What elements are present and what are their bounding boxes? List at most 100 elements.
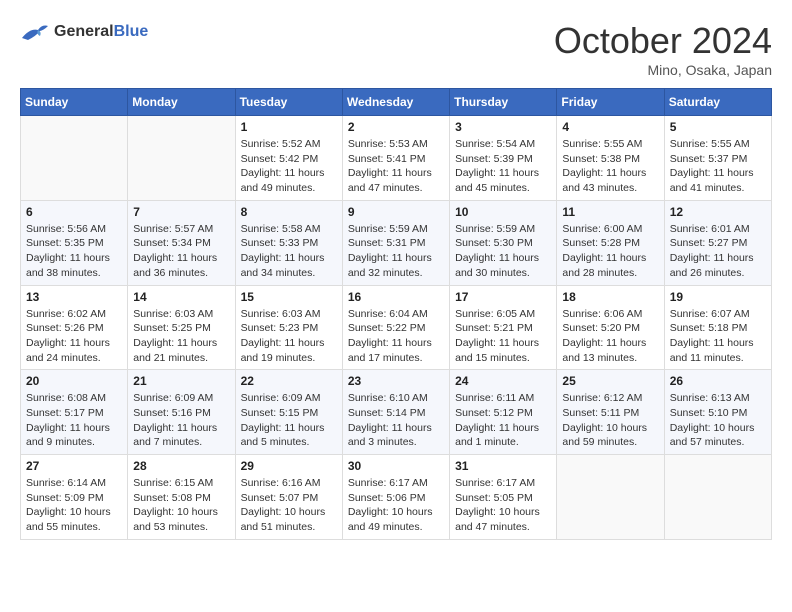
calendar-cell: 11Sunrise: 6:00 AM Sunset: 5:28 PM Dayli… [557,200,664,285]
calendar-cell: 13 Sunrise: 6:02 AM Sunset: 5:26 PM Dayli… [21,285,128,370]
cell-text: Sunrise: 6:00 AM Sunset: 5:28 PM Dayligh… [562,222,658,281]
day-number: 7 [133,205,229,219]
calendar-cell: 7 Sunrise: 5:57 AM Sunset: 5:34 PM Daylig… [128,200,235,285]
day-number: 27 [26,459,122,473]
calendar-table: SundayMondayTuesdayWednesdayThursdayFrid… [20,88,772,540]
logo: GeneralBlue [20,20,148,44]
calendar-cell [557,455,664,540]
logo-text: GeneralBlue [54,23,148,41]
day-number: 16 [348,290,444,304]
cell-text: Sunrise: 6:03 AM Sunset: 5:23 PM Dayligh… [241,307,337,366]
calendar-cell: 6Sunrise: 5:56 AM Sunset: 5:35 PM Daylig… [21,200,128,285]
calendar-cell: 2 Sunrise: 5:53 AM Sunset: 5:41 PM Daylig… [342,116,449,201]
cell-text: Sunrise: 6:13 AM Sunset: 5:10 PM Dayligh… [670,391,766,450]
calendar-cell [664,455,771,540]
cell-text: Sunrise: 6:17 AM Sunset: 5:05 PM Dayligh… [455,476,551,535]
title-block: October 2024 Mino, Osaka, Japan [554,20,772,78]
calendar-cell: 12 Sunrise: 6:01 AM Sunset: 5:27 PM Dayli… [664,200,771,285]
day-number: 5 [670,120,766,134]
day-number: 24 [455,374,551,388]
cell-text: Sunrise: 6:01 AM Sunset: 5:27 PM Dayligh… [670,222,766,281]
calendar-cell: 21 Sunrise: 6:09 AM Sunset: 5:16 PM Dayli… [128,370,235,455]
day-number: 30 [348,459,444,473]
cell-text: Sunrise: 5:54 AM Sunset: 5:39 PM Dayligh… [455,137,551,196]
cell-text: Sunrise: 5:59 AM Sunset: 5:31 PM Dayligh… [348,222,444,281]
cell-text: Sunrise: 6:16 AM Sunset: 5:07 PM Dayligh… [241,476,337,535]
day-number: 4 [562,120,658,134]
day-number: 26 [670,374,766,388]
weekday-header: Monday [128,89,235,116]
calendar-cell: 14 Sunrise: 6:03 AM Sunset: 5:25 PM Dayli… [128,285,235,370]
calendar-cell: 17 Sunrise: 6:05 AM Sunset: 5:21 PM Dayli… [450,285,557,370]
calendar-cell: 29 Sunrise: 6:16 AM Sunset: 5:07 PM Dayli… [235,455,342,540]
calendar-cell: 8Sunrise: 5:58 AM Sunset: 5:33 PM Daylig… [235,200,342,285]
cell-text: Sunrise: 6:09 AM Sunset: 5:16 PM Dayligh… [133,391,229,450]
cell-text: Sunrise: 6:15 AM Sunset: 5:08 PM Dayligh… [133,476,229,535]
day-number: 6 [26,205,122,219]
day-number: 18 [562,290,658,304]
calendar-cell: 31 Sunrise: 6:17 AM Sunset: 5:05 PM Dayli… [450,455,557,540]
calendar-cell: 26 Sunrise: 6:13 AM Sunset: 5:10 PM Dayli… [664,370,771,455]
day-number: 15 [241,290,337,304]
page-header: GeneralBlue October 2024 Mino, Osaka, Ja… [20,20,772,78]
calendar-cell: 23Sunrise: 6:10 AM Sunset: 5:14 PM Dayli… [342,370,449,455]
cell-text: Sunrise: 6:08 AM Sunset: 5:17 PM Dayligh… [26,391,122,450]
day-number: 2 [348,120,444,134]
month-title: October 2024 [554,20,772,62]
cell-text: Sunrise: 6:02 AM Sunset: 5:26 PM Dayligh… [26,307,122,366]
cell-text: Sunrise: 5:53 AM Sunset: 5:41 PM Dayligh… [348,137,444,196]
calendar-week-row: 6Sunrise: 5:56 AM Sunset: 5:35 PM Daylig… [21,200,772,285]
calendar-week-row: 27 Sunrise: 6:14 AM Sunset: 5:09 PM Dayli… [21,455,772,540]
cell-text: Sunrise: 6:12 AM Sunset: 5:11 PM Dayligh… [562,391,658,450]
day-number: 17 [455,290,551,304]
cell-text: Sunrise: 5:55 AM Sunset: 5:38 PM Dayligh… [562,137,658,196]
calendar-cell: 9 Sunrise: 5:59 AM Sunset: 5:31 PM Daylig… [342,200,449,285]
calendar-cell: 24Sunrise: 6:11 AM Sunset: 5:12 PM Dayli… [450,370,557,455]
cell-text: Sunrise: 5:52 AM Sunset: 5:42 PM Dayligh… [241,137,337,196]
day-number: 28 [133,459,229,473]
weekday-header: Thursday [450,89,557,116]
day-number: 23 [348,374,444,388]
calendar-cell: 1Sunrise: 5:52 AM Sunset: 5:42 PM Daylig… [235,116,342,201]
calendar-week-row: 20Sunrise: 6:08 AM Sunset: 5:17 PM Dayli… [21,370,772,455]
cell-text: Sunrise: 6:05 AM Sunset: 5:21 PM Dayligh… [455,307,551,366]
day-number: 3 [455,120,551,134]
calendar-cell: 15 Sunrise: 6:03 AM Sunset: 5:23 PM Dayli… [235,285,342,370]
day-number: 29 [241,459,337,473]
day-number: 10 [455,205,551,219]
day-number: 9 [348,205,444,219]
calendar-cell: 30 Sunrise: 6:17 AM Sunset: 5:06 PM Dayli… [342,455,449,540]
day-number: 21 [133,374,229,388]
cell-text: Sunrise: 6:07 AM Sunset: 5:18 PM Dayligh… [670,307,766,366]
day-number: 25 [562,374,658,388]
calendar-cell: 18Sunrise: 6:06 AM Sunset: 5:20 PM Dayli… [557,285,664,370]
day-number: 13 [26,290,122,304]
weekday-header: Sunday [21,89,128,116]
calendar-cell: 5 Sunrise: 5:55 AM Sunset: 5:37 PM Daylig… [664,116,771,201]
calendar-cell [128,116,235,201]
cell-text: Sunrise: 6:03 AM Sunset: 5:25 PM Dayligh… [133,307,229,366]
cell-text: Sunrise: 5:55 AM Sunset: 5:37 PM Dayligh… [670,137,766,196]
calendar-week-row: 13 Sunrise: 6:02 AM Sunset: 5:26 PM Dayli… [21,285,772,370]
weekday-header: Friday [557,89,664,116]
location: Mino, Osaka, Japan [554,62,772,78]
calendar-cell: 4 Sunrise: 5:55 AM Sunset: 5:38 PM Daylig… [557,116,664,201]
day-number: 14 [133,290,229,304]
cell-text: Sunrise: 6:14 AM Sunset: 5:09 PM Dayligh… [26,476,122,535]
day-number: 31 [455,459,551,473]
cell-text: Sunrise: 6:17 AM Sunset: 5:06 PM Dayligh… [348,476,444,535]
logo-bird-icon [20,20,50,44]
calendar-cell: 22Sunrise: 6:09 AM Sunset: 5:15 PM Dayli… [235,370,342,455]
calendar-cell [21,116,128,201]
day-number: 12 [670,205,766,219]
calendar-cell: 28 Sunrise: 6:15 AM Sunset: 5:08 PM Dayli… [128,455,235,540]
weekday-header: Tuesday [235,89,342,116]
weekday-header: Wednesday [342,89,449,116]
day-number: 22 [241,374,337,388]
calendar-cell: 20Sunrise: 6:08 AM Sunset: 5:17 PM Dayli… [21,370,128,455]
day-number: 19 [670,290,766,304]
cell-text: Sunrise: 5:57 AM Sunset: 5:34 PM Dayligh… [133,222,229,281]
calendar-cell: 10Sunrise: 5:59 AM Sunset: 5:30 PM Dayli… [450,200,557,285]
day-number: 8 [241,205,337,219]
calendar-cell: 25 Sunrise: 6:12 AM Sunset: 5:11 PM Dayli… [557,370,664,455]
